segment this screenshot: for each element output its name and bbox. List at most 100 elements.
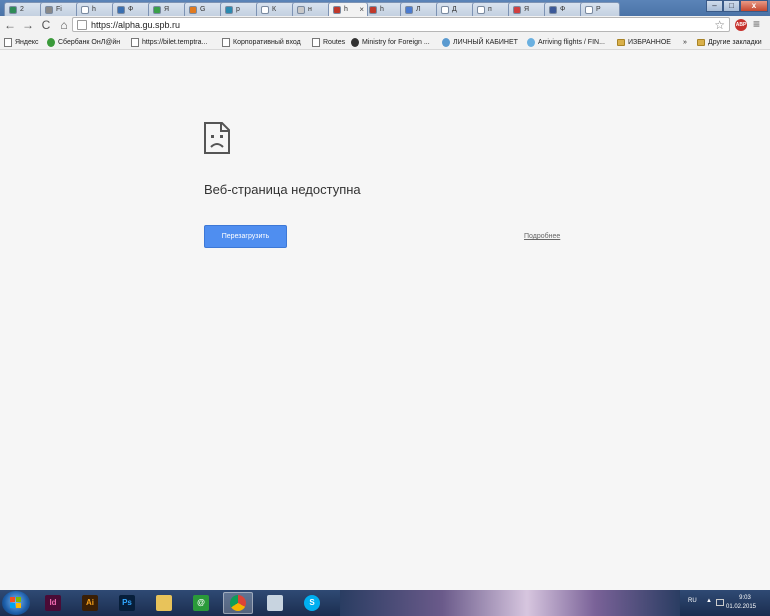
back-button[interactable]: ← xyxy=(2,17,18,33)
favicon-icon xyxy=(405,5,413,14)
favicon-icon xyxy=(549,5,557,14)
chrome-menu-button[interactable]: ≡ xyxy=(753,17,760,31)
adblock-plus-icon[interactable]: ABP xyxy=(735,19,747,31)
chrome-window: 2 Fi h Ф Я Gp Кн h × h Л Дп Я Ф P – □ x ← → C ⌂ https:… xyxy=(0,0,770,616)
windows-logo-icon xyxy=(10,603,15,608)
tab-title: G xyxy=(200,6,206,13)
bookmark-item[interactable]: Корпоративный вход xyxy=(222,34,301,50)
explorer-icon xyxy=(156,595,172,611)
browser-tab[interactable]: P xyxy=(580,2,620,16)
browser-tab[interactable]: p xyxy=(220,2,260,16)
illustrator-icon: Ai xyxy=(82,595,98,611)
browser-tab[interactable]: Ф xyxy=(544,2,584,16)
tab-title: 2 xyxy=(20,6,24,13)
forward-button[interactable]: → xyxy=(20,17,36,33)
taskbar-explorer-button[interactable] xyxy=(149,592,179,614)
browser-tab[interactable]: Я xyxy=(508,2,548,16)
language-indicator[interactable]: RU xyxy=(688,598,697,604)
bookmark-item[interactable]: Arriving flights / FIN... xyxy=(527,34,605,50)
windows-logo-icon xyxy=(16,603,21,608)
home-button[interactable]: ⌂ xyxy=(56,17,72,33)
browser-tab[interactable]: 2 xyxy=(4,2,44,16)
url-text[interactable]: https://alpha.gu.spb.ru xyxy=(91,20,180,30)
tab-title: h xyxy=(92,6,96,13)
bookmark-item[interactable]: Ministry for Foreign ... xyxy=(351,34,430,50)
browser-tab[interactable]: Я xyxy=(148,2,188,16)
windows-logo-icon xyxy=(16,597,21,602)
clock-time[interactable]: 9:03 xyxy=(730,595,760,601)
browser-tab[interactable]: Ф xyxy=(112,2,152,16)
taskbar-photoshop-button[interactable]: Ps xyxy=(112,592,142,614)
favicon-icon xyxy=(261,5,269,14)
favicon-icon xyxy=(189,5,197,14)
clock-date[interactable]: 01.02.2015 xyxy=(722,604,760,610)
favicon-icon xyxy=(441,5,449,14)
bookmarks-overflow-button[interactable]: » xyxy=(683,34,687,50)
maximize-button[interactable]: □ xyxy=(723,0,740,12)
reload-button[interactable]: Перезагрузить xyxy=(204,225,287,248)
taskbar-mail-agent-button[interactable]: @ xyxy=(186,592,216,614)
browser-tab[interactable]: н xyxy=(292,2,332,16)
tab-title: P xyxy=(596,6,601,13)
browser-tab[interactable]: G xyxy=(184,2,224,16)
bookmarks-bar: Яндекс Сбербанк ОнЛ@йн https://bilet.tempt… xyxy=(0,34,770,50)
tab-title: Ф xyxy=(560,6,566,13)
favicon-icon xyxy=(369,5,377,14)
error-title: Веб-страница недоступна xyxy=(204,182,361,197)
mail-agent-icon: @ xyxy=(193,595,209,611)
details-link[interactable]: Подробнее xyxy=(524,233,560,240)
browser-tab[interactable]: Л xyxy=(400,2,440,16)
taskbar-media-button[interactable] xyxy=(260,592,290,614)
page-icon xyxy=(312,37,320,47)
tab-title: Ф xyxy=(128,6,134,13)
taskbar-chrome-button[interactable] xyxy=(223,592,253,614)
browser-tab[interactable]: Fi xyxy=(40,2,80,16)
favicon-icon xyxy=(513,5,521,14)
minimize-button[interactable]: – xyxy=(706,0,723,12)
indesign-icon: Id xyxy=(45,595,61,611)
favicon-icon xyxy=(585,5,593,14)
address-bar[interactable]: https://alpha.gu.spb.ru ☆ xyxy=(72,17,730,32)
photoshop-icon: Ps xyxy=(119,595,135,611)
bookmark-item[interactable]: ЛИЧНЫЙ КАБИНЕТ xyxy=(442,34,518,50)
bookmark-label: Ministry for Foreign ... xyxy=(362,38,430,46)
bookmark-label: Routes xyxy=(323,38,346,46)
tab-title: Л xyxy=(416,6,421,13)
system-tray: RU ▲ 9:03 01.02.2015 xyxy=(680,590,770,616)
favicon-icon xyxy=(225,5,233,14)
tab-title: Я xyxy=(524,6,530,13)
close-window-button[interactable]: x xyxy=(740,0,768,12)
taskbar-indesign-button[interactable]: Id xyxy=(38,592,68,614)
favicon-icon xyxy=(81,5,89,14)
tab-title: Fi xyxy=(56,6,62,13)
browser-tab[interactable]: h xyxy=(76,2,116,16)
taskbar-wallpaper xyxy=(340,590,680,616)
bookmark-item[interactable]: Routes xyxy=(312,34,345,50)
folder-icon xyxy=(697,38,705,46)
other-bookmarks-folder[interactable]: Другие закладки xyxy=(697,34,762,50)
folder-icon xyxy=(617,38,625,46)
reload-page-button[interactable]: C xyxy=(38,17,54,33)
browser-tab[interactable]: h xyxy=(364,2,404,16)
tab-title: Д xyxy=(452,6,457,13)
taskbar-illustrator-button[interactable]: Ai xyxy=(75,592,105,614)
windows-taskbar: Id Ai Ps @ S RU ▲ 9:03 01.02.2015 xyxy=(0,590,770,616)
tab-close-icon[interactable]: × xyxy=(359,5,364,14)
page-content: Веб-страница недоступна Перезагрузить По… xyxy=(0,50,770,590)
tab-title: Я xyxy=(164,6,170,13)
bookmark-item[interactable]: Сбербанк ОнЛ@йн xyxy=(47,34,120,50)
tray-expand-icon[interactable]: ▲ xyxy=(706,598,712,604)
browser-tab[interactable]: h × xyxy=(328,2,368,16)
bookmark-item[interactable]: Яндекс xyxy=(4,34,39,50)
tab-title: К xyxy=(272,6,277,13)
favicon-icon xyxy=(333,5,341,14)
bookmark-item[interactable]: ИЗБРАННОЕ xyxy=(617,34,671,50)
browser-tab[interactable]: К xyxy=(256,2,296,16)
bookmark-star-icon[interactable]: ☆ xyxy=(714,18,725,32)
browser-tab[interactable]: п xyxy=(472,2,512,16)
browser-tab[interactable]: Д xyxy=(436,2,476,16)
taskbar-skype-button[interactable]: S xyxy=(297,592,327,614)
page-icon xyxy=(222,37,230,47)
start-button[interactable] xyxy=(2,591,30,615)
bookmark-item[interactable]: https://bilet.temptra... xyxy=(131,34,207,50)
